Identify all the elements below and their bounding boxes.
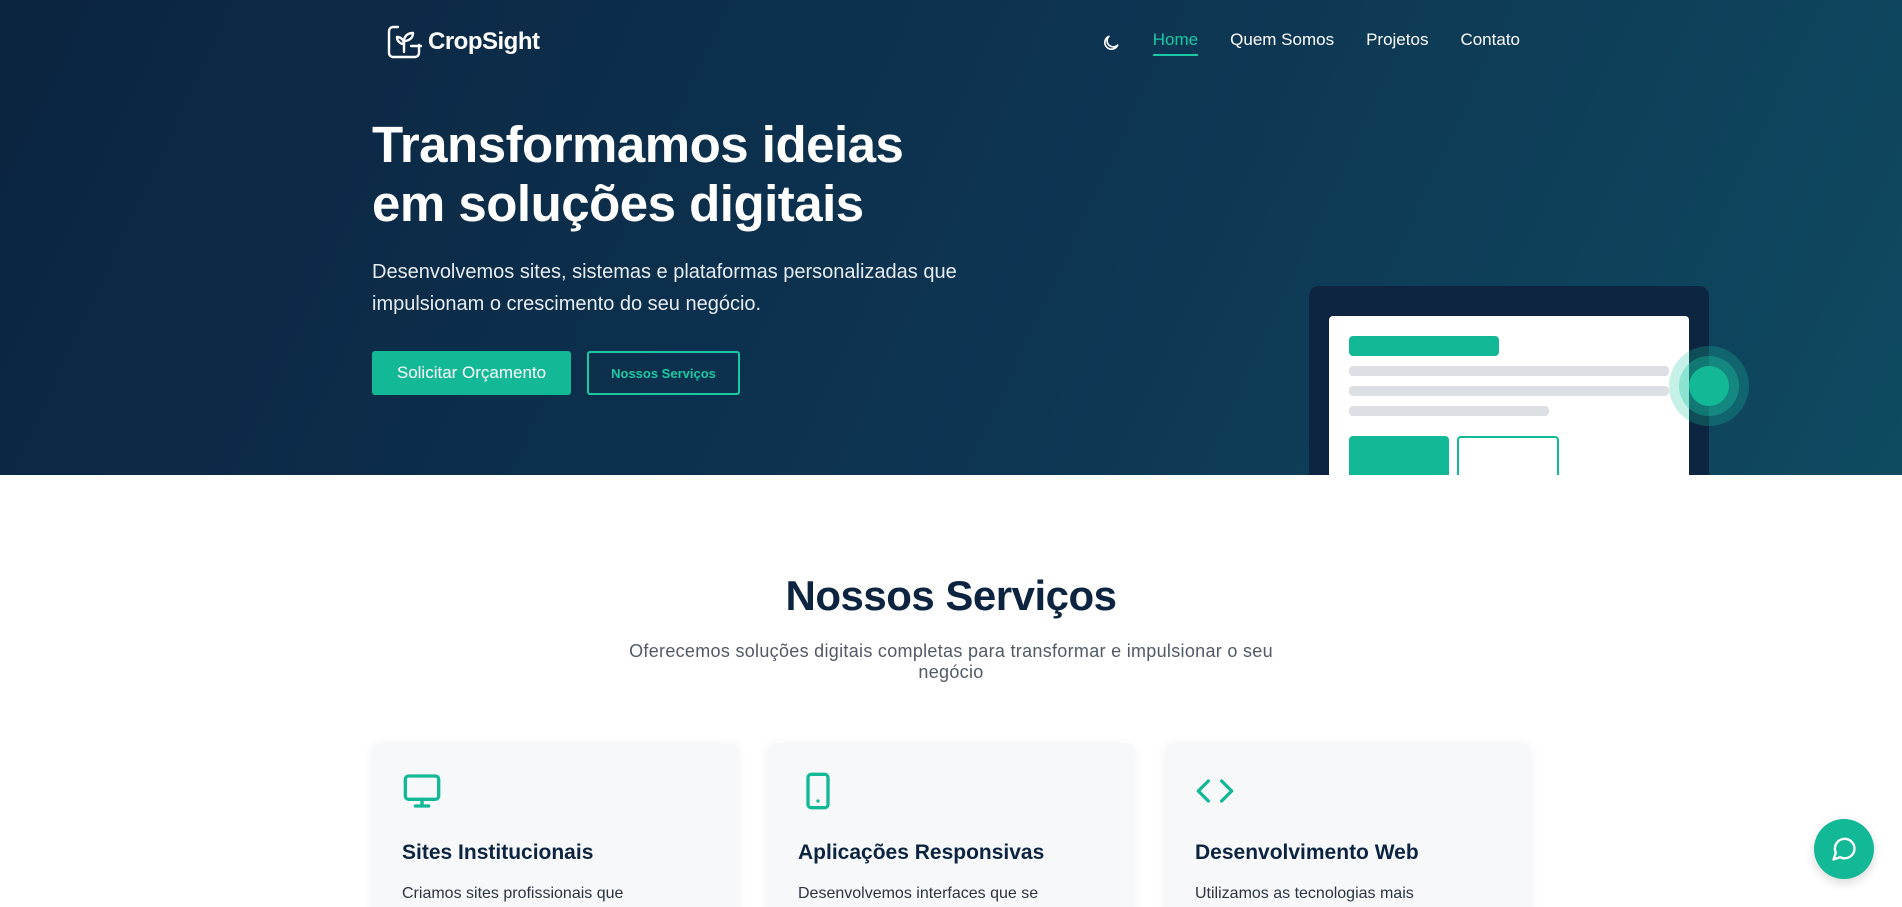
- device-mockup-illustration: [1309, 286, 1709, 475]
- mockup-glow-ring: [1679, 356, 1739, 416]
- brand-name: CropSight: [428, 28, 540, 55]
- mockup-heading-bar: [1349, 336, 1499, 356]
- mockup-text-line: [1349, 406, 1549, 416]
- chat-bubble-icon: [1832, 837, 1856, 861]
- services-subtitle: Oferecemos soluções digitais completas p…: [629, 641, 1273, 682]
- brand-logo[interactable]: CropSight: [384, 22, 540, 62]
- nav-item-projetos[interactable]: Projetos: [1366, 30, 1428, 56]
- hero-section: CropSight Home Quem Somos Projetos Conta…: [0, 0, 1902, 475]
- service-card-title: Aplicações Responsivas: [798, 841, 1045, 864]
- service-card-text: Utilizamos as tecnologias mais: [1195, 885, 1414, 902]
- moon-icon[interactable]: [1101, 33, 1121, 53]
- request-quote-button[interactable]: Solicitar Orçamento: [372, 351, 571, 395]
- chat-button[interactable]: [1814, 819, 1874, 879]
- service-card-title: Sites Institucionais: [402, 841, 594, 864]
- mockup-text-line: [1349, 366, 1669, 376]
- mockup-glow-dot: [1669, 346, 1749, 426]
- mockup-screen: [1329, 316, 1689, 475]
- main-nav: Home Quem Somos Projetos Contato: [1101, 30, 1520, 56]
- hero-title: Transformamos ideias em soluções digitai…: [372, 115, 904, 233]
- code-icon: [1196, 779, 1234, 803]
- service-card-text: Criamos sites profissionais que: [402, 885, 624, 902]
- service-card-sites[interactable]: Sites Institucionais Criamos sites profi…: [372, 743, 738, 907]
- services-title: Nossos Serviços: [785, 572, 1117, 619]
- mockup-primary-button: [1349, 436, 1449, 475]
- hero-title-line-2: em soluções digitais: [372, 175, 864, 232]
- mockup-text-line: [1349, 386, 1669, 396]
- service-card-title: Desenvolvimento Web: [1195, 841, 1419, 864]
- monitor-icon: [403, 774, 441, 808]
- nav-item-quem-somos[interactable]: Quem Somos: [1230, 30, 1334, 56]
- mockup-secondary-button: [1457, 436, 1559, 475]
- nav-item-contato[interactable]: Contato: [1460, 30, 1520, 56]
- mockup-glow-core: [1689, 366, 1729, 406]
- hero-title-line-1: Transformamos ideias: [372, 116, 904, 173]
- nav-item-home[interactable]: Home: [1152, 30, 1199, 56]
- smartphone-icon: [806, 772, 830, 810]
- sprout-logo-icon: [387, 25, 423, 59]
- our-services-button[interactable]: Nossos Serviços: [587, 351, 740, 395]
- hero-subtitle: Desenvolvemos sites, sistemas e platafor…: [372, 261, 957, 315]
- service-card-text: Desenvolvemos interfaces que se: [798, 885, 1039, 902]
- service-card-responsive[interactable]: Aplicações Responsivas Desenvolvemos int…: [768, 743, 1134, 907]
- service-card-web-dev[interactable]: Desenvolvimento Web Utilizamos as tecnol…: [1165, 743, 1531, 907]
